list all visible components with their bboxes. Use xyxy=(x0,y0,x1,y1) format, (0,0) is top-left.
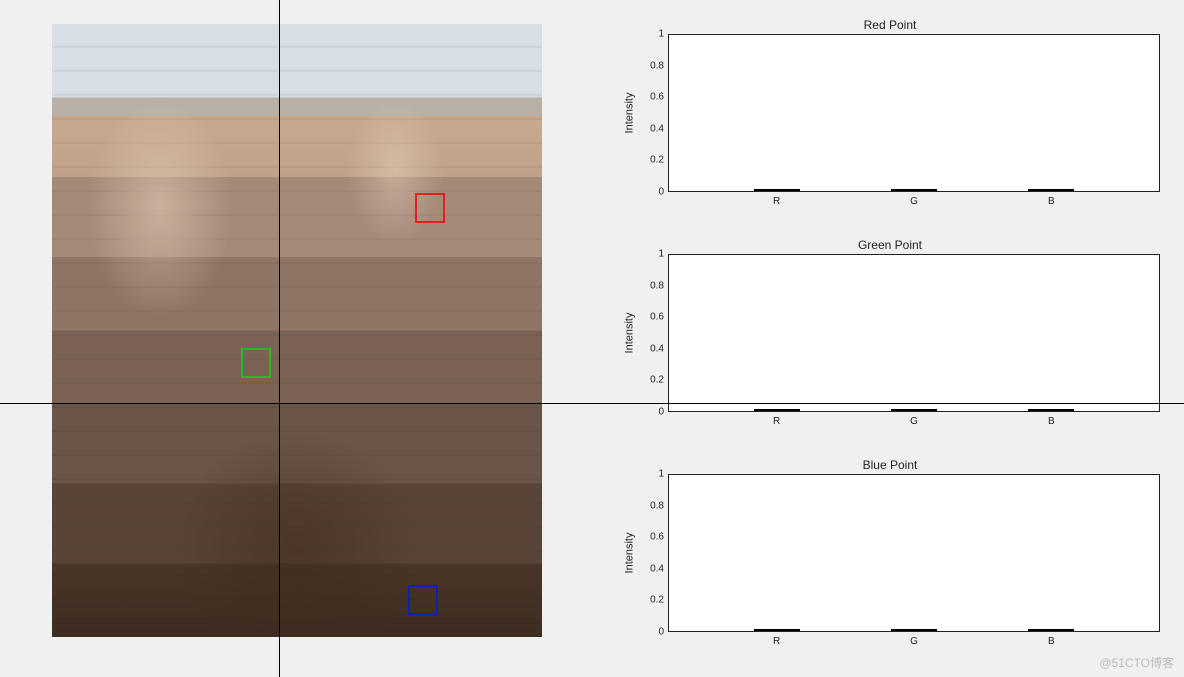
ylabel: Intensity xyxy=(620,34,638,192)
sample-box-red[interactable] xyxy=(415,193,445,223)
chart-blue: Blue Point Intensity 0 0.2 0.4 0.6 0.8 1… xyxy=(620,458,1160,658)
chart-red: Red Point Intensity 0 0.2 0.4 0.6 0.8 1 … xyxy=(620,18,1160,218)
bar-b xyxy=(1028,629,1074,631)
watermark: @51CTO博客 xyxy=(1099,654,1174,671)
chart-title: Blue Point xyxy=(620,458,1160,472)
bar-r xyxy=(754,629,800,631)
crosshair-horizontal xyxy=(0,403,1184,404)
yticks: 0 0.2 0.4 0.6 0.8 1 xyxy=(638,254,668,412)
xticks: R G B xyxy=(668,192,1160,207)
chart-green: Green Point Intensity 0 0.2 0.4 0.6 0.8 … xyxy=(620,238,1160,438)
bar-g xyxy=(891,189,937,191)
bar-r xyxy=(754,189,800,191)
axes-box[interactable] xyxy=(668,34,1160,192)
crosshair-vertical xyxy=(279,0,280,677)
axes-box[interactable] xyxy=(668,474,1160,632)
sample-box-blue[interactable] xyxy=(408,585,438,615)
bar-b xyxy=(1028,189,1074,191)
ylabel: Intensity xyxy=(620,254,638,412)
bar-b xyxy=(1028,409,1074,411)
bar-g xyxy=(891,409,937,411)
canyon-image xyxy=(52,24,542,637)
yticks: 0 0.2 0.4 0.6 0.8 1 xyxy=(638,474,668,632)
chart-title: Green Point xyxy=(620,238,1160,252)
axes-box[interactable] xyxy=(668,254,1160,412)
xticks: R G B xyxy=(668,412,1160,427)
image-panel[interactable] xyxy=(52,24,542,637)
yticks: 0 0.2 0.4 0.6 0.8 1 xyxy=(638,34,668,192)
sample-box-green[interactable] xyxy=(241,348,271,378)
charts-panel: Red Point Intensity 0 0.2 0.4 0.6 0.8 1 … xyxy=(620,18,1160,658)
chart-title: Red Point xyxy=(620,18,1160,32)
bar-r xyxy=(754,409,800,411)
xticks: R G B xyxy=(668,632,1160,647)
ylabel: Intensity xyxy=(620,474,638,632)
bar-g xyxy=(891,629,937,631)
